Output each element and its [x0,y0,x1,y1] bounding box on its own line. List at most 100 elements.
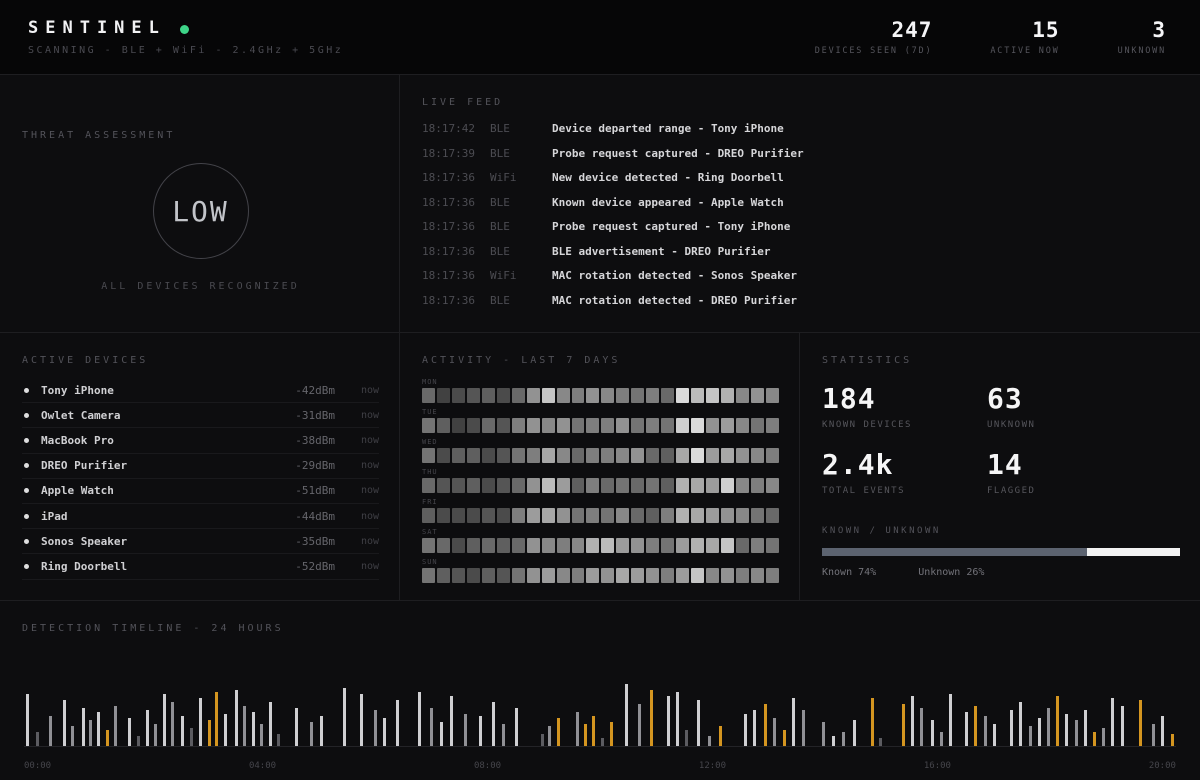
heatmap-cell [466,568,480,583]
timeline-bar [294,708,298,746]
heatmap-cell [496,418,510,433]
heatmap-cell [750,568,764,583]
device-last-seen: now [360,460,379,472]
heatmap-cell [616,568,630,583]
heatmap-row [422,508,779,523]
heatmap-cell [631,448,645,463]
stat-value: 2.4k [822,448,894,481]
heatmap-cell [601,448,615,463]
timeline-bar [215,692,219,746]
heatmap-cell [661,388,675,403]
heatmap-row [422,388,779,403]
timeline-bar [81,708,85,746]
heatmap-cell [691,538,705,553]
timeline-bar [983,716,987,746]
timeline-bar [309,722,313,746]
heatmap-cell [436,388,450,403]
heatmap-cell [736,478,749,493]
feed-event-row: 18:17:36 BLE BLE advertisement - DREO Puri… [422,245,1180,270]
heatmap-cell [586,448,600,463]
heatmap-cell [646,478,660,493]
live-feed-title: LIVE FEED [422,97,504,108]
timeline-bar [199,698,203,746]
feed-event-type: WiFi [490,269,517,282]
heatmap-cell [721,388,735,403]
timeline-bar [1056,696,1060,746]
heatmap-cell [541,508,555,523]
timeline-bar [965,712,969,746]
heatmap-cell [466,418,480,433]
threat-caption: ALL DEVICES RECOGNIZED [101,281,300,292]
heatmap-cell [436,448,450,463]
feed-event-type: BLE [490,122,510,135]
feed-event-type: BLE [490,244,510,258]
heatmap-cell [691,388,705,403]
heatmap-cell [601,568,615,583]
heatmap-cell [526,508,540,523]
timeline-bar [744,714,747,746]
heatmap-cell [646,388,660,403]
heatmap-cell [541,418,555,433]
heatmap-cell [481,388,495,403]
timeline-bar [180,716,184,746]
timeline-bar [320,716,324,746]
device-status-icon [24,387,29,393]
timeline-bar [666,696,670,746]
heatmap-cell [481,478,495,493]
timeline-bar [514,708,518,746]
app-title: SENTINEL [28,18,166,38]
unknown-legend-label: Unknown 26% [918,567,985,578]
feed-event-row: 18:17:36 WiFi New device detected - Ring D… [422,171,1180,196]
heatmap-cell [631,418,645,433]
heatmap-cell [601,388,615,403]
heatmap-cell [631,568,645,583]
feed-event-row: 18:17:39 BLE Probe request captured - DREO… [422,147,1180,172]
timeline-bar [113,706,117,746]
timeline-bar [992,724,996,746]
heatmap-cell [451,418,465,433]
timeline-axis-tick: 08:00 [473,761,502,771]
heatmap-cell [676,478,690,493]
device-name: iPad [41,509,68,523]
heatmap-cell [631,508,645,523]
heatmap-cell [541,388,555,403]
header-stat-value: 3 [1152,18,1166,42]
heatmap-cell [706,388,720,403]
heatmap-cell [511,538,525,553]
heatmap-cell [616,538,630,553]
heatmap-cell [676,568,690,583]
timeline-bar [557,718,561,746]
timeline-bar [939,732,943,746]
heatmap-cell [676,388,690,403]
feed-event-message: MAC rotation detected - Sonos Speaker [552,269,798,282]
feed-event-time: 18:17:42 [422,122,475,135]
stat-label: KNOWN DEVICES [822,420,912,430]
heatmap-cell [750,538,764,553]
heatmap-cell [721,448,735,463]
heatmap-cell [466,388,480,403]
known-unknown-legend: Known 74% Unknown 26% [822,567,1180,578]
heatmap-cell [676,448,690,463]
heatmap-cell [481,508,495,523]
header-stat: 3 UNKNOWN [1118,18,1166,56]
timeline-chart [24,635,1176,747]
timeline-axis-tick: 16:00 [923,761,951,771]
heatmap-cell [422,418,435,433]
header-stat-label: UNKNOWN [1117,46,1166,56]
app-header: SENTINEL SCANNING - BLE + WiFi - 2.4GHz … [0,0,1200,75]
timeline-bar [439,722,443,746]
heatmap-cell [496,538,510,553]
heatmap-cell [586,508,600,523]
timeline-bar [396,700,400,746]
heatmap-cell [676,538,690,553]
heatmap-cell [496,568,510,583]
heatmap-cell [721,508,735,523]
timeline-bar [208,720,212,746]
heatmap-cell [750,508,764,523]
heatmap-cell [571,418,585,433]
heatmap-day-label: THU [422,468,438,476]
active-devices-panel: ACTIVE DEVICES Tony iPhone -42dBm now Owlet… [0,333,400,600]
device-signal: -29dBm [295,459,335,473]
feed-event-row: 18:17:36 BLE Known device appeared - Apple… [422,196,1180,221]
timeline-bar [1102,728,1106,746]
